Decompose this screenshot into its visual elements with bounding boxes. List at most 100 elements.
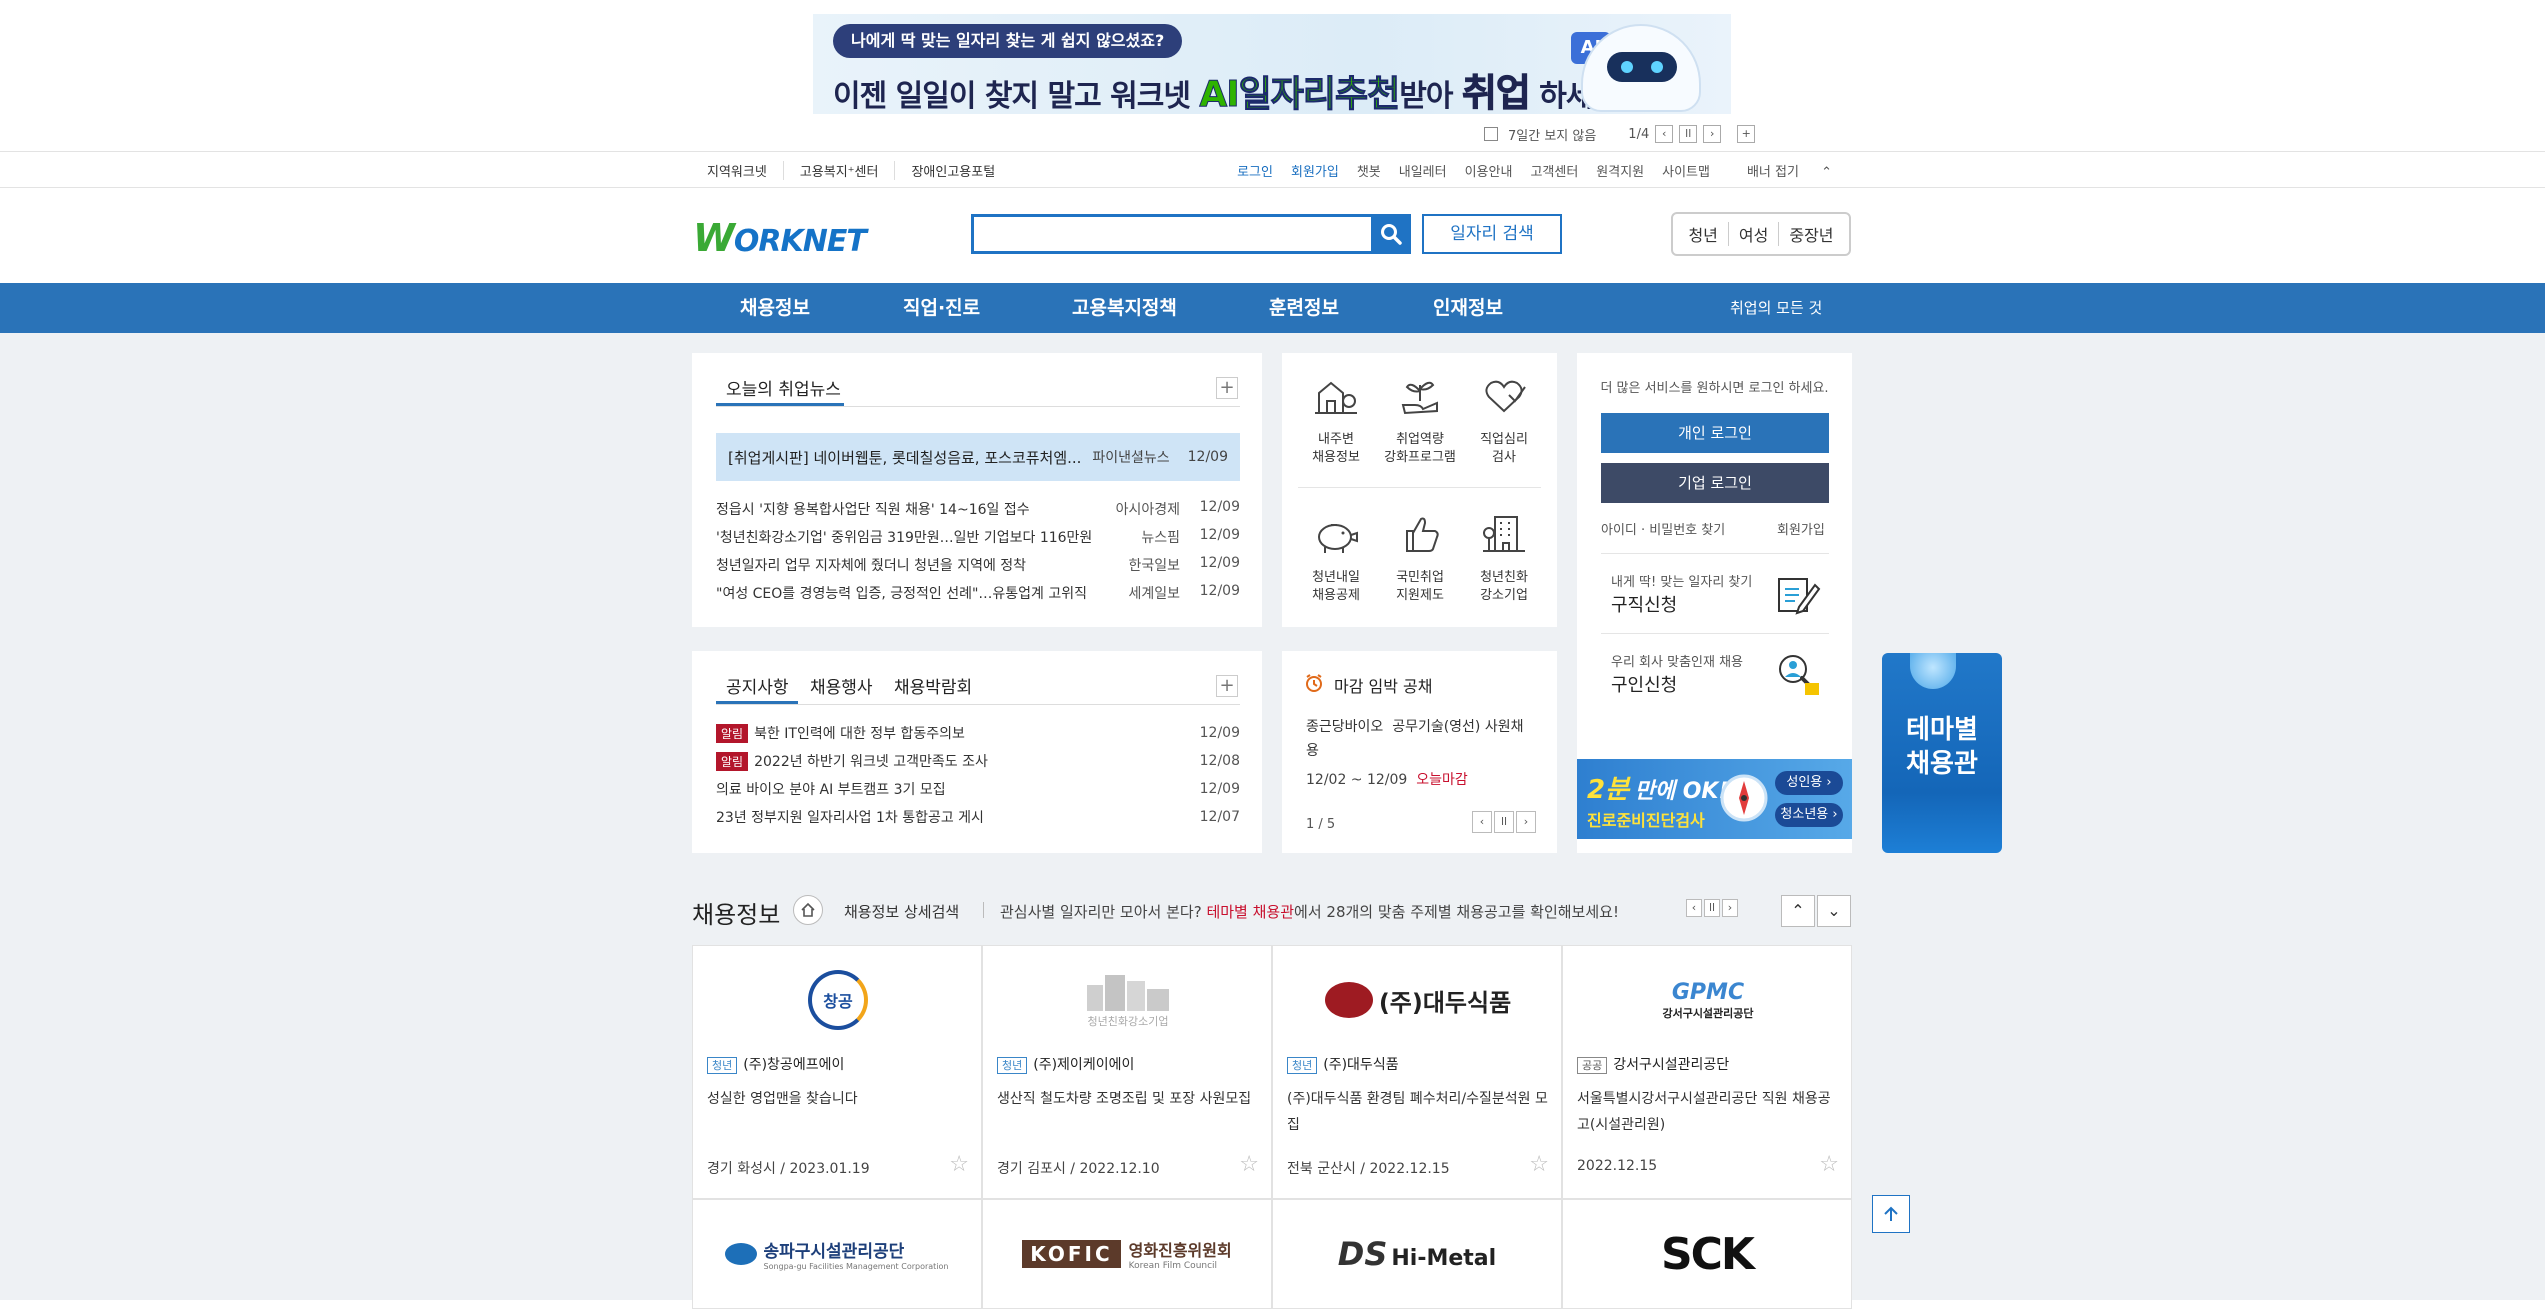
- find-id-pw-link[interactable]: 아이디 · 비밀번호 찾기: [1601, 519, 1725, 538]
- gnb-career[interactable]: 직업·진로: [903, 283, 980, 333]
- util-remote[interactable]: 원격지원: [1587, 161, 1653, 180]
- home-button[interactable]: [793, 895, 823, 925]
- promo-next-icon[interactable]: ›: [1722, 899, 1738, 917]
- service-label-1: 직업심리: [1480, 432, 1528, 447]
- star-icon[interactable]: ☆: [949, 1152, 969, 1177]
- target-youth[interactable]: 청년: [1678, 222, 1727, 246]
- util-join[interactable]: 회원가입: [1282, 161, 1348, 180]
- banner-more-icon[interactable]: +: [1737, 125, 1756, 143]
- util-letter[interactable]: 내일레터: [1390, 161, 1456, 180]
- deadline-next-icon[interactable]: ›: [1516, 811, 1536, 833]
- service-national-employment[interactable]: 국민취업 지원제도: [1380, 513, 1460, 605]
- news-row[interactable]: 정읍시 '지향 용복합사업단 직원 채용' 14~16일 접수 아시아경제 12/0…: [716, 499, 1240, 527]
- jobs-prev-button[interactable]: ⌃: [1781, 895, 1815, 927]
- news-featured[interactable]: [취업게시판] 네이버웹툰, 롯데칠성음료, 포스코퓨처엠... 파이낸셜뉴스 …: [716, 433, 1240, 481]
- job-search-button[interactable]: 일자리 검색: [1422, 214, 1562, 254]
- news-tab[interactable]: 오늘의 취업뉴스: [726, 375, 841, 400]
- job-company: 청년 (주)대두식품: [1287, 1054, 1399, 1074]
- news-more-icon[interactable]: +: [1216, 377, 1238, 399]
- tab-notices[interactable]: 공지사항: [726, 673, 789, 698]
- hide-7days-checkbox[interactable]: [1484, 127, 1498, 141]
- util-link-welfare-center[interactable]: 고용복지⁺센터: [782, 160, 895, 180]
- banner-next-icon[interactable]: ›: [1703, 125, 1722, 143]
- target-women[interactable]: 여성: [1727, 222, 1778, 246]
- career-test-banner[interactable]: 2분 만에 OK! 진로준비진단검사 성인용 › 청소년용 ›: [1577, 759, 1852, 839]
- util-chatbot[interactable]: 챗봇: [1348, 161, 1390, 180]
- job-card[interactable]: (주)대두식품 청년 (주)대두식품 (주)대두식품 환경팀 폐수처리/수질분석원…: [1272, 945, 1562, 1199]
- news-row[interactable]: "여성 CEO를 경영능력 입증, 긍정적인 선례"…유통업계 고위직 세계일보 1…: [716, 583, 1240, 611]
- notice-row[interactable]: 알림 북한 IT인력에 대한 정부 합동주의보 12/09: [716, 719, 1240, 747]
- util-guide[interactable]: 이용안내: [1456, 161, 1522, 180]
- promo-headline: 2분 만에 OK!: [1587, 769, 1729, 806]
- search-button[interactable]: [1371, 214, 1411, 254]
- job-card[interactable]: KOFIC 영화진흥위원회 Korean Film Council: [982, 1199, 1272, 1309]
- office-building-icon: [1483, 516, 1525, 552]
- recruit-apply-card[interactable]: 우리 회사 맞춤인재 채용 구인신청: [1601, 633, 1829, 713]
- gnb-all-menu[interactable]: 취업의 모든 것: [1730, 283, 1822, 333]
- notice-more-icon[interactable]: +: [1216, 675, 1238, 697]
- job-card[interactable]: GPMC 강서구시설관리공단 공공 강서구시설관리공단 서울특별시강서구시설관리공…: [1562, 945, 1852, 1199]
- promo-prev-icon[interactable]: ‹: [1686, 899, 1702, 917]
- tab-job-fairs[interactable]: 채용박람회: [894, 673, 972, 698]
- deadline-item[interactable]: 종근당바이오 공무기술(영선) 사원채용: [1306, 715, 1536, 763]
- job-card[interactable]: 송파구시설관리공단 Songpa-gu Facilities Managemen…: [692, 1199, 982, 1309]
- jobs-next-button[interactable]: ⌄: [1817, 895, 1851, 927]
- service-youth-friendly-company[interactable]: 청년친화 강소기업: [1464, 513, 1544, 605]
- service-youth-savings[interactable]: 청년내일 채용공제: [1296, 513, 1376, 605]
- gnb-welfare-policy[interactable]: 고용복지정책: [1072, 283, 1177, 333]
- corporate-login-button[interactable]: 기업 로그인: [1601, 463, 1829, 503]
- gnb-training[interactable]: 훈련정보: [1269, 283, 1339, 333]
- banner-fold-label: 배너 접기: [1746, 164, 1799, 180]
- star-icon[interactable]: ☆: [1819, 1152, 1839, 1177]
- notice-row[interactable]: 알림 2022년 하반기 워크넷 고객만족도 조사 12/08: [716, 747, 1240, 775]
- service-psych-test[interactable]: 직업심리 검사: [1464, 375, 1544, 467]
- job-apply-card[interactable]: 내게 딱! 맞는 일자리 찾기 구직신청: [1601, 553, 1829, 633]
- target-middle-aged[interactable]: 중장년: [1778, 222, 1843, 246]
- news-row[interactable]: '청년친화강소기업' 중위임금 319만원…일반 기업보다 116만원 뉴스핌 12…: [716, 527, 1240, 555]
- banner-pause-icon[interactable]: ll: [1679, 125, 1698, 143]
- worknet-logo[interactable]: WORKNET: [693, 216, 867, 260]
- service-capacity-program[interactable]: 취업역량 강화프로그램: [1380, 375, 1460, 467]
- search-input[interactable]: [971, 214, 1374, 254]
- join-link[interactable]: 회원가입: [1777, 519, 1825, 538]
- service-nearby-jobs[interactable]: 내주변 채용정보: [1296, 375, 1376, 467]
- header: WORKNET 일자리 검색 청년 여성 중장년: [0, 188, 2545, 283]
- job-card[interactable]: DS Hi-Metal: [1272, 1199, 1562, 1309]
- util-link-regional[interactable]: 지역워크넷: [693, 161, 783, 180]
- util-login[interactable]: 로그인: [1228, 161, 1282, 180]
- banner-prev-icon[interactable]: ‹: [1655, 125, 1674, 143]
- divider: [983, 902, 984, 918]
- star-icon[interactable]: ☆: [1239, 1152, 1259, 1177]
- job-card[interactable]: SCK: [1562, 1199, 1852, 1309]
- promo-youth-button[interactable]: 청소년용 ›: [1775, 803, 1843, 827]
- news-row[interactable]: 청년일자리 업무 지자체에 줬더니 청년을 지역에 정착 한국일보 12/09: [716, 555, 1240, 583]
- job-card[interactable]: 청년친화강소기업 청년 (주)제이케이에이 생산직 철도차량 조명조립 및 포장 …: [982, 945, 1272, 1199]
- personal-login-button[interactable]: 개인 로그인: [1601, 413, 1829, 453]
- ai-recommend-banner[interactable]: 나에게 딱 맞는 일자리 찾는 게 쉽지 않으셨죠? 이젠 일일이 찾지 말고 …: [813, 14, 1731, 114]
- theme-recruit-side-banner[interactable]: 테마별 채용관: [1882, 653, 2002, 853]
- notice-tag: 알림: [716, 751, 749, 771]
- util-customer-center[interactable]: 고객센터: [1521, 161, 1587, 180]
- theme-promo-link[interactable]: 테마별 채용관: [1206, 903, 1294, 921]
- util-link-disabled-portal[interactable]: 장애인고용포털: [894, 160, 1011, 180]
- star-icon[interactable]: ☆: [1529, 1152, 1549, 1177]
- promo-big: 2분: [1587, 775, 1630, 805]
- notice-row[interactable]: 23년 정부지원 일자리사업 1차 통합공고 게시 12/07: [716, 803, 1240, 831]
- deadline-prev-icon[interactable]: ‹: [1472, 811, 1492, 833]
- company-logo: (주)대두식품: [1273, 964, 1563, 1036]
- gnb-talent[interactable]: 인재정보: [1433, 283, 1503, 333]
- notice-row[interactable]: 의료 바이오 분야 AI 부트캠프 3기 모집 12/09: [716, 775, 1240, 803]
- news-date: 12/09: [1199, 583, 1240, 599]
- tab-recruit-events[interactable]: 채용행사: [810, 673, 873, 698]
- scroll-top-button[interactable]: [1872, 1195, 1910, 1233]
- gnb-recruit-info[interactable]: 채용정보: [740, 283, 810, 333]
- job-card[interactable]: 창공 청년 (주)창공에프에이 성실한 영업맨을 찾습니다 경기 화성시 / 20…: [692, 945, 982, 1199]
- deadline-period-row: 12/02 ~ 12/09 오늘마감: [1306, 769, 1468, 789]
- util-sitemap[interactable]: 사이트맵: [1653, 161, 1719, 180]
- banner-fold-button[interactable]: 배너 접기 ⌃: [1729, 161, 1850, 180]
- promo-adult-button[interactable]: 성인용 ›: [1775, 771, 1843, 795]
- notice-title: 북한 IT인력에 대한 정부 합동주의보: [754, 726, 965, 742]
- jobs-detail-search-link[interactable]: 채용정보 상세검색: [844, 901, 959, 922]
- deadline-pause-icon[interactable]: ll: [1494, 811, 1514, 833]
- promo-pause-icon[interactable]: ll: [1704, 899, 1720, 917]
